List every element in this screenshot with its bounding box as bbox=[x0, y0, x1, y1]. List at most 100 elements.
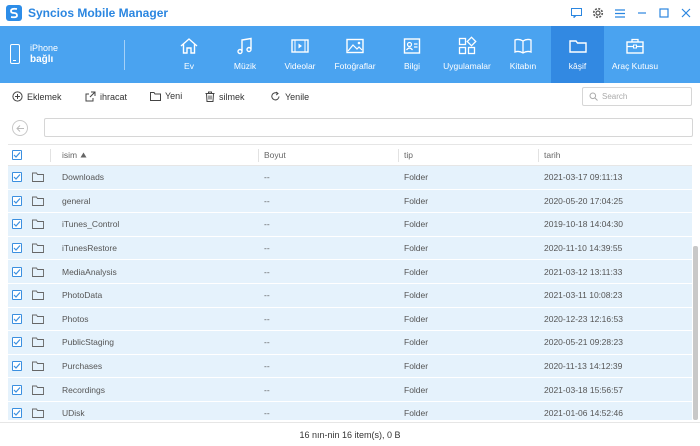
row-checkbox[interactable] bbox=[12, 355, 22, 378]
folder-icon bbox=[32, 402, 44, 420]
file-name: MediaAnalysis bbox=[62, 266, 117, 277]
nav-item-apps[interactable]: Uygulamalar bbox=[437, 26, 497, 83]
nav-item-explorer[interactable]: kâşif bbox=[551, 26, 604, 83]
back-button[interactable] bbox=[12, 120, 28, 136]
minimize-icon[interactable] bbox=[634, 5, 650, 21]
table-scrollbar[interactable] bbox=[693, 246, 698, 420]
close-icon[interactable] bbox=[678, 5, 694, 21]
file-date: 2021-03-17 09:11:13 bbox=[544, 172, 623, 183]
nav-item-books[interactable]: Kitabın bbox=[498, 26, 548, 83]
folder-icon bbox=[32, 378, 44, 401]
file-type: Folder bbox=[404, 219, 429, 230]
column-header-name[interactable]: isim bbox=[62, 145, 87, 165]
file-name: iTunes_Control bbox=[62, 219, 120, 230]
delete-button[interactable]: silmek bbox=[205, 91, 245, 102]
nav-item-toolbox[interactable]: Araç Kutusu bbox=[607, 26, 663, 83]
add-label: Eklemek bbox=[27, 91, 62, 102]
table-row[interactable]: general -- Folder 2020-05-20 17:04:25 bbox=[8, 189, 692, 214]
table-row[interactable]: iTunesRestore -- Folder 2020-11-10 14:39:55 bbox=[8, 236, 692, 261]
file-date: 2020-12-23 12:16:53 bbox=[544, 313, 623, 324]
search-placeholder: Search bbox=[602, 92, 628, 101]
maximize-icon[interactable] bbox=[656, 5, 672, 21]
file-name: Photos bbox=[62, 313, 89, 324]
folder-icon bbox=[32, 331, 44, 354]
check-icon bbox=[13, 315, 21, 322]
file-size: -- bbox=[264, 172, 270, 183]
file-date: 2021-03-18 15:56:57 bbox=[544, 384, 623, 395]
table-row[interactable]: UDisk -- Folder 2021-01-06 14:52:46 bbox=[8, 401, 692, 420]
nav-item-videos[interactable]: Videolar bbox=[275, 26, 325, 83]
nav-divider bbox=[124, 40, 125, 70]
column-header-date[interactable]: tarih bbox=[544, 145, 561, 165]
nav-item-info[interactable]: Bilgi bbox=[387, 26, 437, 83]
trash-icon bbox=[205, 91, 215, 102]
column-header-type[interactable]: tip bbox=[404, 145, 413, 165]
row-checkbox[interactable] bbox=[12, 260, 22, 283]
export-button[interactable]: ihracat bbox=[85, 91, 127, 102]
file-type: Folder bbox=[404, 408, 429, 419]
folder-icon bbox=[568, 40, 587, 53]
row-checkbox[interactable] bbox=[12, 308, 22, 331]
row-checkbox[interactable] bbox=[12, 213, 22, 236]
check-icon bbox=[13, 268, 21, 275]
row-checkbox[interactable] bbox=[12, 166, 22, 189]
nav-label: Bilgi bbox=[403, 61, 421, 71]
row-checkbox[interactable] bbox=[12, 402, 22, 420]
title-bar: Syncios Mobile Manager bbox=[0, 0, 700, 26]
file-size: -- bbox=[264, 384, 270, 395]
folder-icon bbox=[32, 190, 44, 213]
folder-icon bbox=[32, 166, 44, 189]
row-checkbox[interactable] bbox=[12, 378, 22, 401]
table-row[interactable]: Photos -- Folder 2020-12-23 12:16:53 bbox=[8, 307, 692, 332]
settings-gear-icon[interactable] bbox=[590, 5, 606, 21]
file-name: general bbox=[62, 195, 91, 206]
column-name-label: isim bbox=[62, 150, 78, 160]
search-input[interactable]: Search bbox=[582, 87, 692, 106]
toolbox-icon bbox=[626, 38, 644, 54]
feedback-icon[interactable] bbox=[568, 5, 584, 21]
file-date: 2021-01-06 14:52:46 bbox=[544, 408, 623, 419]
apps-icon bbox=[458, 36, 477, 55]
file-name: Downloads bbox=[62, 172, 105, 183]
menu-icon[interactable] bbox=[612, 5, 628, 21]
export-label: ihracat bbox=[100, 91, 128, 102]
nav-item-music[interactable]: Müzik bbox=[220, 26, 270, 83]
refresh-label: Yenile bbox=[285, 91, 310, 102]
row-checkbox[interactable] bbox=[12, 190, 22, 213]
table-row[interactable]: iTunes_Control -- Folder 2019-10-18 14:04:3… bbox=[8, 213, 692, 237]
file-size: -- bbox=[264, 243, 270, 254]
row-checkbox[interactable] bbox=[12, 331, 22, 354]
book-icon bbox=[514, 38, 532, 54]
select-all-checkbox[interactable] bbox=[12, 145, 22, 165]
file-type: Folder bbox=[404, 361, 429, 372]
file-size: -- bbox=[264, 313, 270, 324]
check-icon bbox=[13, 197, 21, 204]
table-row[interactable]: Purchases -- Folder 2020-11-13 14:12:39 bbox=[8, 354, 692, 379]
row-checkbox[interactable] bbox=[12, 284, 22, 307]
path-field[interactable] bbox=[44, 118, 693, 137]
table-row[interactable]: Downloads -- Folder 2021-03-17 09:11:13 bbox=[8, 166, 692, 190]
file-name: Purchases bbox=[62, 361, 103, 372]
check-icon bbox=[13, 410, 21, 417]
table-row[interactable]: PhotoData -- Folder 2021-03-11 10:08:23 bbox=[8, 283, 692, 308]
nav-item-home[interactable]: Ev bbox=[164, 26, 214, 83]
nav-item-photos[interactable]: Fotoğraflar bbox=[330, 26, 380, 83]
nav-label: kâşif bbox=[568, 61, 587, 71]
folder-icon bbox=[32, 213, 44, 236]
table-row[interactable]: PublicStaging -- Folder 2020-05-21 09:28:23 bbox=[8, 331, 692, 355]
table-row[interactable]: MediaAnalysis -- Folder 2021-03-12 13:11:33 bbox=[8, 260, 692, 284]
add-button[interactable]: Eklemek bbox=[12, 91, 62, 102]
file-name: PublicStaging bbox=[62, 337, 114, 348]
delete-label: silmek bbox=[219, 91, 245, 102]
refresh-button[interactable]: Yenile bbox=[270, 91, 309, 102]
file-name: iTunesRestore bbox=[62, 243, 117, 254]
new-folder-button[interactable]: Yeni bbox=[150, 91, 182, 101]
file-type: Folder bbox=[404, 266, 429, 277]
row-checkbox[interactable] bbox=[12, 237, 22, 260]
table-row[interactable]: Recordings -- Folder 2021-03-18 15:56:57 bbox=[8, 378, 692, 402]
device-info[interactable]: iPhone bağlı bbox=[10, 42, 58, 66]
file-name: UDisk bbox=[62, 408, 85, 419]
column-header-size[interactable]: Boyut bbox=[264, 145, 286, 165]
file-size: -- bbox=[264, 219, 270, 230]
action-toolbar: Eklemek ihracat Yeni silmek Yenile Searc… bbox=[0, 83, 700, 111]
